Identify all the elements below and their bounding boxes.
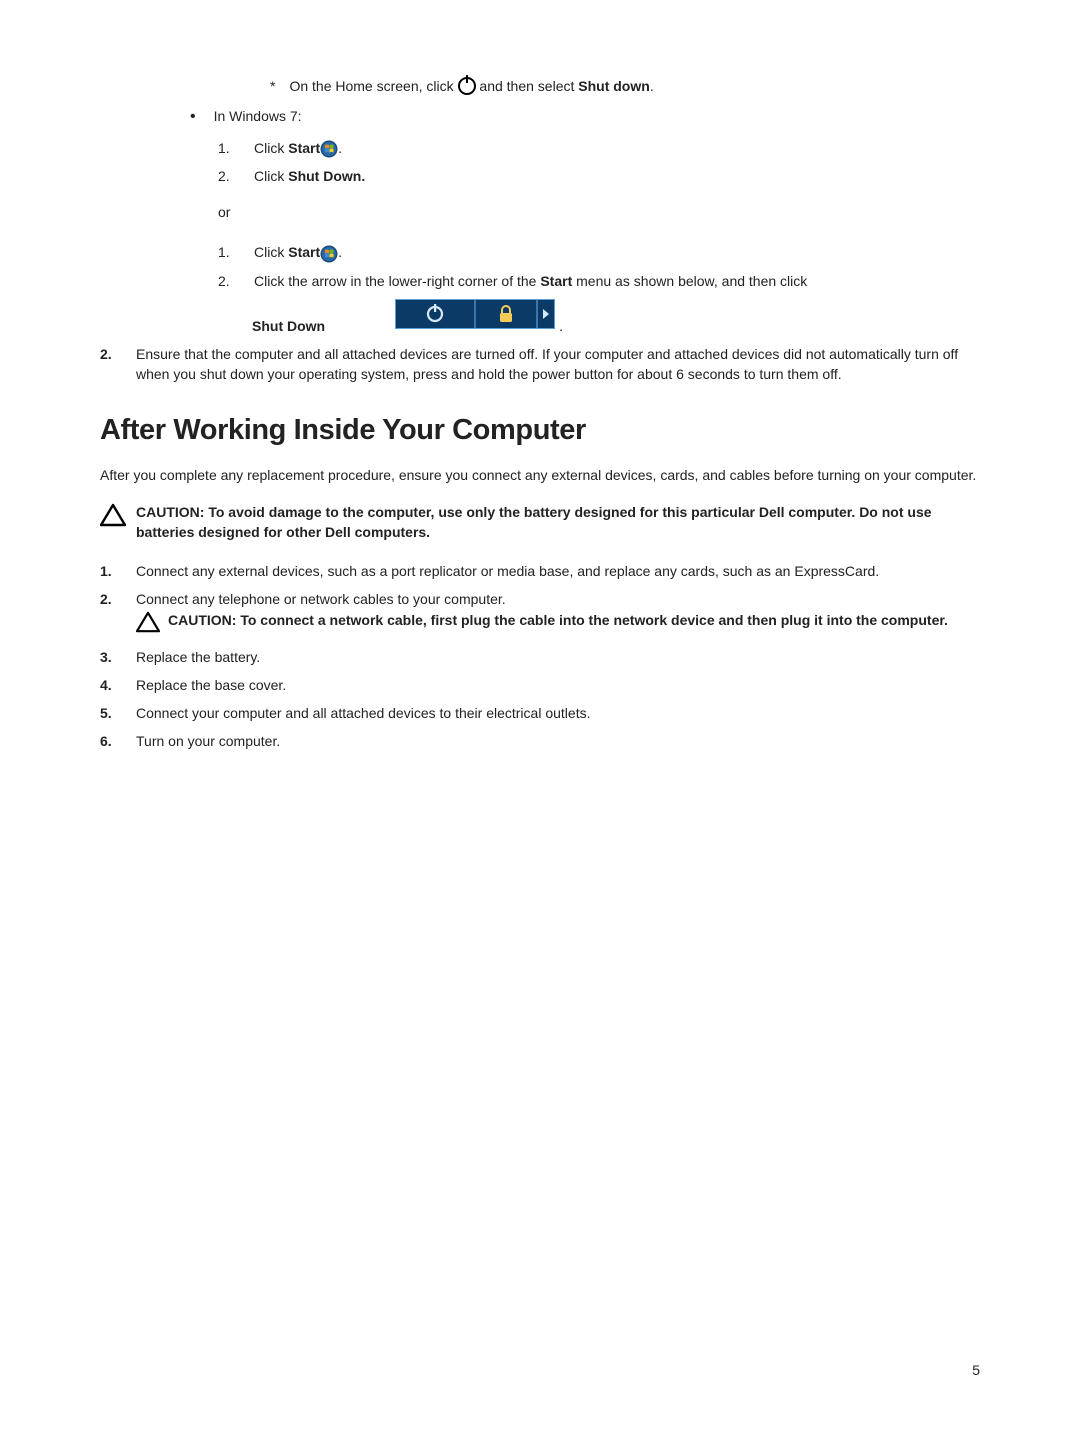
bullet-item-windows7: • In Windows 7: bbox=[190, 108, 980, 124]
step-number: 1. bbox=[100, 561, 118, 581]
intro-paragraph: After you complete any replacement proce… bbox=[100, 465, 980, 485]
list-item: 2. Connect any telephone or network cabl… bbox=[100, 589, 980, 639]
or-separator: or bbox=[218, 204, 980, 220]
step-content: Connect any telephone or network cables … bbox=[136, 589, 980, 639]
step-number: 6. bbox=[100, 731, 118, 751]
list-item: 1. Click Start . bbox=[218, 244, 980, 262]
warning-triangle-icon bbox=[136, 611, 160, 638]
bullet-marker: • bbox=[190, 110, 196, 124]
step-text: Connect your computer and all attached d… bbox=[136, 703, 980, 723]
document-page: * On the Home screen, click and then sel… bbox=[0, 0, 1080, 1434]
shutdown-split-button-icon bbox=[395, 299, 555, 334]
list-item: 5. Connect your computer and all attache… bbox=[100, 703, 980, 723]
list-item: 2. Click Shut Down. bbox=[218, 168, 980, 184]
windows-start-orb-icon bbox=[320, 140, 338, 158]
step-number: 1. bbox=[218, 140, 232, 156]
windows-start-orb-icon bbox=[320, 245, 338, 263]
list-item: 4. Replace the base cover. bbox=[100, 675, 980, 695]
step-number: 2. bbox=[100, 589, 118, 609]
asterisk-text: On the Home screen, click and then selec… bbox=[289, 75, 653, 94]
asterisk-marker: * bbox=[270, 78, 275, 94]
trailing-period: . bbox=[559, 318, 563, 334]
page-number: 5 bbox=[972, 1362, 980, 1378]
asterisk-item: * On the Home screen, click and then sel… bbox=[270, 75, 980, 94]
list-item: 6. Turn on your computer. bbox=[100, 731, 980, 751]
step-text: Click the arrow in the lower-right corne… bbox=[254, 273, 807, 289]
power-icon bbox=[458, 75, 476, 93]
warning-triangle-icon bbox=[100, 503, 126, 532]
bullet-text: In Windows 7: bbox=[214, 108, 302, 124]
step-number: 5. bbox=[100, 703, 118, 723]
caution-text: CAUTION: To avoid damage to the computer… bbox=[136, 503, 980, 542]
step-text: Turn on your computer. bbox=[136, 731, 980, 751]
step-number: 3. bbox=[100, 647, 118, 667]
step-number: 2. bbox=[218, 168, 232, 184]
caution-block: CAUTION: To connect a network cable, fir… bbox=[136, 611, 980, 638]
step-text: Ensure that the computer and all attache… bbox=[136, 344, 980, 385]
section-heading: After Working Inside Your Computer bbox=[100, 414, 980, 447]
step-text: Connect any telephone or network cables … bbox=[136, 589, 980, 609]
step-text: Click Shut Down. bbox=[254, 168, 365, 184]
step-text: Click Start . bbox=[254, 244, 342, 262]
list-item: 1. Click Start . bbox=[218, 140, 980, 158]
step-number: 2. bbox=[100, 344, 118, 364]
step-text: Replace the battery. bbox=[136, 647, 980, 667]
caution-block: CAUTION: To avoid damage to the computer… bbox=[100, 503, 980, 542]
step-number: 4. bbox=[100, 675, 118, 695]
step-number: 1. bbox=[218, 244, 232, 260]
step-text: Replace the base cover. bbox=[136, 675, 980, 695]
shutdown-label: Shut Down bbox=[252, 318, 325, 334]
shutdown-row: Shut Down . bbox=[100, 299, 980, 334]
list-item: 2. Ensure that the computer and all atta… bbox=[100, 344, 980, 385]
list-item: 3. Replace the battery. bbox=[100, 647, 980, 667]
caution-text: CAUTION: To connect a network cable, fir… bbox=[168, 611, 948, 631]
list-item: 1. Connect any external devices, such as… bbox=[100, 561, 980, 581]
list-item: 2. Click the arrow in the lower-right co… bbox=[218, 273, 980, 289]
step-text: Click Start . bbox=[254, 140, 342, 158]
step-text: Connect any external devices, such as a … bbox=[136, 561, 980, 581]
step-number: 2. bbox=[218, 273, 232, 289]
